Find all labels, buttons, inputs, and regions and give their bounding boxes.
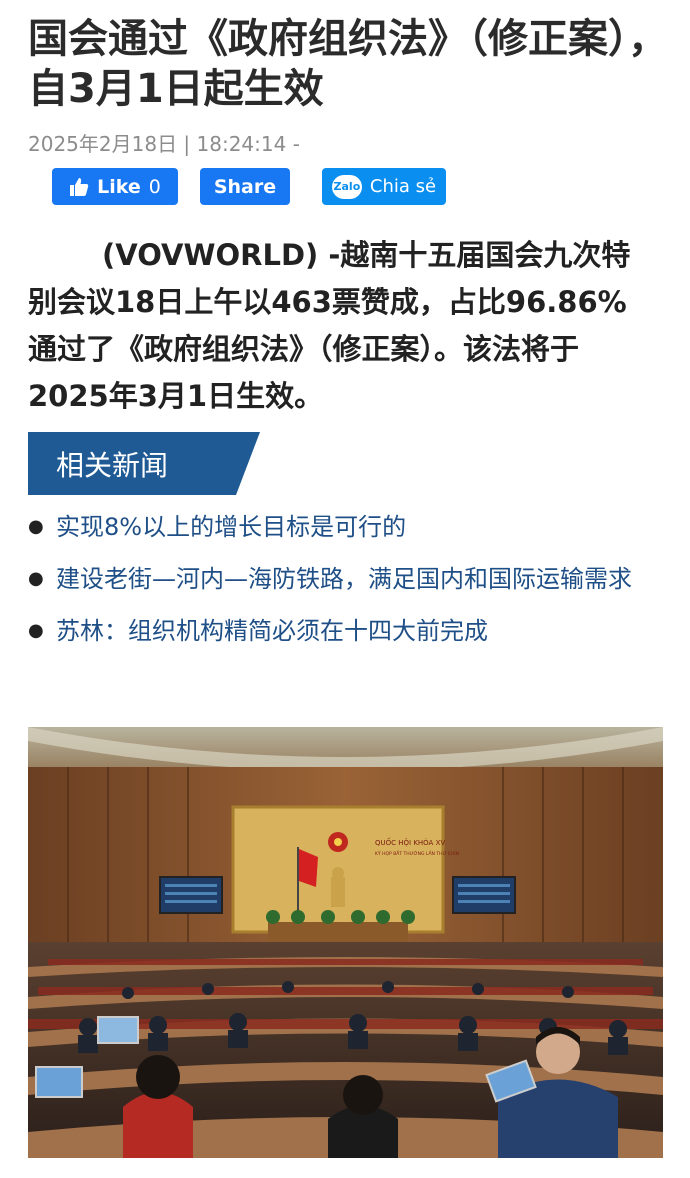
bullet-icon: ● bbox=[28, 516, 44, 537]
related-news-item[interactable]: ● 建设老街—河内—海防铁路，满足国内和国际运输需求 bbox=[28, 560, 658, 598]
like-label: Like bbox=[97, 175, 141, 198]
related-news-link[interactable]: 建设老街—河内—海防铁路，满足国内和国际运输需求 bbox=[56, 565, 632, 593]
article-page: 国会通过《政府组织法》（修正案），自3月1日起生效 2025年2月18日 | 1… bbox=[0, 0, 690, 1178]
screen-text: QUỐC HỘI KHÓA XV bbox=[375, 837, 445, 847]
article-lead: (VOVWORLD) -越南十五届国会九次特别会议18日上午以463票赞成，占比… bbox=[28, 232, 648, 420]
thumbs-up-icon bbox=[70, 177, 89, 196]
related-news-link[interactable]: 实现8%以上的增长目标是可行的 bbox=[56, 513, 406, 541]
zalo-share-label: Chia sẻ bbox=[369, 176, 437, 197]
share-bar: Like 0 Share Zalo Chia sẻ bbox=[52, 168, 652, 205]
related-news-header: 相关新闻 bbox=[28, 432, 260, 495]
related-news-link[interactable]: 苏林：组织机构精简必须在十四大前完成 bbox=[56, 617, 488, 645]
related-news-title: 相关新闻 bbox=[56, 449, 169, 482]
article-meta: 2025年2月18日 | 18:24:14 - bbox=[28, 132, 300, 156]
assembly-hall-illustration: QUỐC HỘI KHÓA XV KỲ HỌP BẤT THƯỜNG LẦN T… bbox=[28, 727, 663, 1158]
article-title: 国会通过《政府组织法》（修正案），自3月1日起生效 bbox=[28, 16, 668, 112]
facebook-like-button[interactable]: Like 0 bbox=[52, 168, 178, 205]
zalo-logo-icon: Zalo bbox=[331, 174, 362, 199]
related-news-item[interactable]: ● 苏林：组织机构精简必须在十四大前完成 bbox=[28, 612, 658, 650]
related-news-list: ● 实现8%以上的增长目标是可行的 ● 建设老街—河内—海防铁路，满足国内和国际… bbox=[28, 508, 658, 664]
facebook-share-button[interactable]: Share bbox=[200, 168, 290, 205]
lead-source: (VOVWORLD) - bbox=[102, 238, 341, 272]
article-photo: QUỐC HỘI KHÓA XV KỲ HỌP BẤT THƯỜNG LẦN T… bbox=[28, 727, 663, 1158]
zalo-share-button[interactable]: Zalo Chia sẻ bbox=[322, 168, 446, 205]
related-news-item[interactable]: ● 实现8%以上的增长目标是可行的 bbox=[28, 508, 658, 546]
bullet-icon: ● bbox=[28, 620, 44, 641]
like-count: 0 bbox=[148, 175, 161, 198]
bullet-icon: ● bbox=[28, 568, 44, 589]
